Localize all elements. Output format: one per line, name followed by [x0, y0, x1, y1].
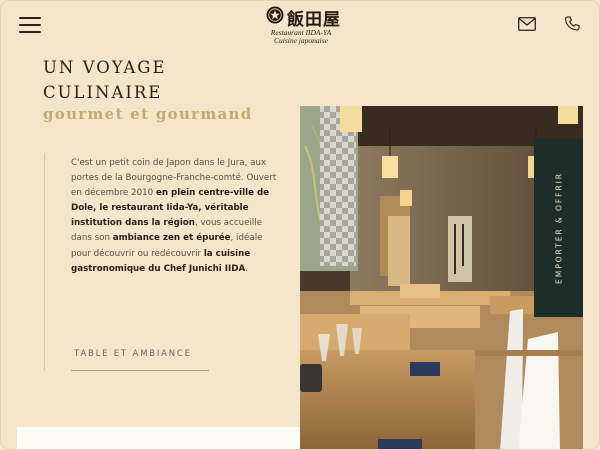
decorative-vertical-line — [44, 153, 45, 371]
phone-icon[interactable] — [563, 15, 581, 38]
table-ambiance-link[interactable]: TABLE ET AMBIANCE — [74, 349, 192, 359]
logo-kanji: 飯田屋 — [287, 10, 341, 30]
site-logo[interactable]: 飯田屋 Restaurant IIDA-YA Cuisine japonaise — [263, 4, 341, 46]
link-underline — [71, 370, 209, 371]
family-crest-icon — [266, 6, 284, 24]
mail-icon[interactable] — [518, 17, 536, 36]
page-frame: 飯田屋 Restaurant IIDA-YA Cuisine japonaise… — [0, 0, 600, 450]
logo-cuisine-label: Cuisine japonaise — [274, 36, 328, 45]
intro-text-4: . — [245, 263, 248, 274]
next-section-card — [17, 427, 300, 449]
takeaway-gift-tab-label: EMPORTER & OFFRIR — [554, 172, 563, 284]
page-title: UN VOYAGE CULINAIRE — [43, 55, 167, 105]
page-title-line-2: CULINAIRE — [43, 83, 163, 102]
intro-paragraph: C'est un petit coin de Japon dans le Jur… — [71, 156, 281, 277]
intro-bold-ambiance: ambiance zen et épurée — [112, 233, 231, 244]
menu-icon[interactable] — [19, 16, 41, 34]
page-title-line-1: UN VOYAGE — [43, 58, 167, 77]
takeaway-gift-tab[interactable]: EMPORTER & OFFRIR — [534, 139, 583, 317]
site-header: 飯田屋 Restaurant IIDA-YA Cuisine japonaise — [1, 1, 599, 49]
page-subtitle: gourmet et gourmand — [43, 105, 253, 123]
